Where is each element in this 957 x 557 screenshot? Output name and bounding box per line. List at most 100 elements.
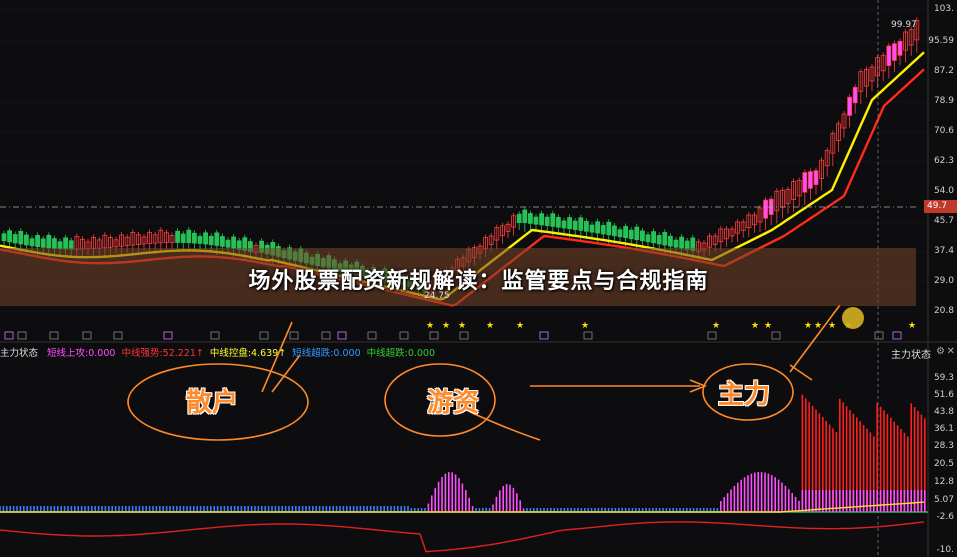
- indicator-title-right[interactable]: 主力状态: [891, 346, 931, 361]
- candle-body: [612, 225, 617, 237]
- candle-body: [847, 96, 852, 116]
- indicator-legend-item: 中线强势:52.221↑: [121, 348, 204, 359]
- price-axis-tick: 103.: [933, 4, 954, 14]
- candle-body: [544, 216, 550, 227]
- high-price-tag: 99.97: [891, 20, 917, 30]
- signal-box: [289, 331, 299, 340]
- candle-body: [645, 234, 651, 243]
- page-title: 场外股票配资新规解读：监管要点与合规指南: [248, 269, 709, 294]
- signal-box: [583, 331, 593, 340]
- candle-body: [528, 213, 533, 224]
- candle-body: [208, 235, 214, 246]
- candle-body: [567, 217, 572, 230]
- signal-box: [17, 331, 27, 340]
- candle-body: [679, 236, 684, 249]
- price-axis-tick: 37.4: [933, 246, 954, 256]
- indicator-red-line: [0, 521, 925, 553]
- candle-body: [600, 225, 606, 235]
- candle-body: [550, 213, 556, 227]
- candle-body: [225, 239, 231, 248]
- candle-body: [29, 238, 35, 247]
- indicator-axis-tick: 51.6: [933, 390, 954, 400]
- star-signal: ★: [486, 321, 494, 331]
- candle-body: [186, 229, 192, 244]
- signal-box: [4, 331, 14, 340]
- candle-body: [572, 220, 578, 230]
- signal-markers: ★★★★★★★★★★★★★★: [4, 321, 916, 340]
- candle-body: [656, 235, 662, 245]
- current-price-badge: 49.7: [924, 200, 957, 213]
- candle-body: [180, 233, 186, 243]
- star-signal: ★: [442, 321, 450, 331]
- close-icon[interactable]: ✕: [947, 346, 955, 357]
- signal-box: [163, 331, 173, 340]
- star-signal: ★: [804, 321, 812, 331]
- candle-body: [35, 234, 40, 247]
- candle-body: [175, 230, 181, 243]
- signal-box: [429, 331, 439, 340]
- indicator-name[interactable]: 主力状态: [0, 348, 38, 359]
- candle-body: [892, 43, 897, 61]
- star-signal: ★: [712, 321, 720, 331]
- note-hot-money: 游资: [427, 388, 480, 418]
- candle-body: [533, 216, 539, 225]
- price-axis-tick: 95.59: [928, 36, 954, 46]
- candle-body: [203, 232, 209, 245]
- candle-body: [584, 221, 589, 232]
- indicator-legend-item: 短线超跌:0.000: [292, 348, 361, 359]
- candle-body: [197, 236, 203, 244]
- candle-body: [46, 234, 52, 249]
- candle-body: [852, 87, 858, 104]
- price-axis-tick: 62.3: [933, 156, 954, 166]
- candle-body: [219, 236, 225, 247]
- arrow-to-main-force: [530, 379, 708, 393]
- candle-body: [214, 232, 220, 246]
- signal-box: [771, 331, 781, 340]
- star-signal: ★: [458, 321, 466, 331]
- star-signal: ★: [516, 321, 524, 331]
- indicator-legend-item: 中线超跌:0.000: [366, 348, 436, 359]
- note-retail: 散户: [186, 388, 239, 418]
- arrow-hot-money: [469, 411, 541, 441]
- candle-body: [886, 45, 892, 67]
- star-signal: ★: [828, 321, 836, 331]
- star-signal: ★: [581, 321, 589, 331]
- signal-box: [707, 331, 717, 340]
- candle-body: [651, 231, 656, 244]
- price-axis-tick: 29.0: [933, 276, 954, 286]
- signal-box: [367, 331, 377, 340]
- indicator-axis-tick: -10.: [936, 545, 954, 555]
- candle-body: [18, 230, 24, 245]
- indicator-axis-tick: 43.8: [933, 407, 954, 417]
- signal-box: [337, 331, 347, 340]
- candle-body: [802, 172, 808, 193]
- indicator-legend-item: 中线控盘:4.639↑: [209, 348, 287, 359]
- candle-body: [813, 170, 819, 186]
- candle-body: [897, 40, 903, 56]
- candle-body: [556, 216, 561, 228]
- signal-box: [874, 331, 884, 340]
- star-signal: ★: [908, 321, 916, 331]
- signal-box: [113, 331, 123, 340]
- candle-body: [808, 171, 813, 189]
- candle-body: [673, 239, 679, 248]
- indicator-legend-item: 短线上攻:0.000: [47, 348, 116, 359]
- price-axis-tick: 78.9: [933, 96, 954, 106]
- candle-body: [191, 232, 197, 244]
- candle-body: [539, 213, 544, 226]
- indicator-axis-tick: 20.5: [933, 459, 954, 469]
- signal-box: [399, 331, 409, 340]
- indicator-axis-tick: 12.8: [933, 477, 954, 487]
- candle-body: [7, 230, 12, 243]
- candle-body: [763, 199, 768, 219]
- price-axis-tick: 45.7: [933, 216, 954, 226]
- candle-body: [561, 220, 567, 229]
- note-main-force: 主力: [718, 380, 771, 410]
- candle-body: [1, 233, 7, 242]
- signal-box: [82, 331, 92, 340]
- gear-icon[interactable]: ⚙: [936, 346, 945, 357]
- signal-box: [321, 331, 331, 340]
- signal-box: [459, 331, 469, 340]
- candle-body: [52, 238, 57, 249]
- signal-box: [259, 331, 269, 340]
